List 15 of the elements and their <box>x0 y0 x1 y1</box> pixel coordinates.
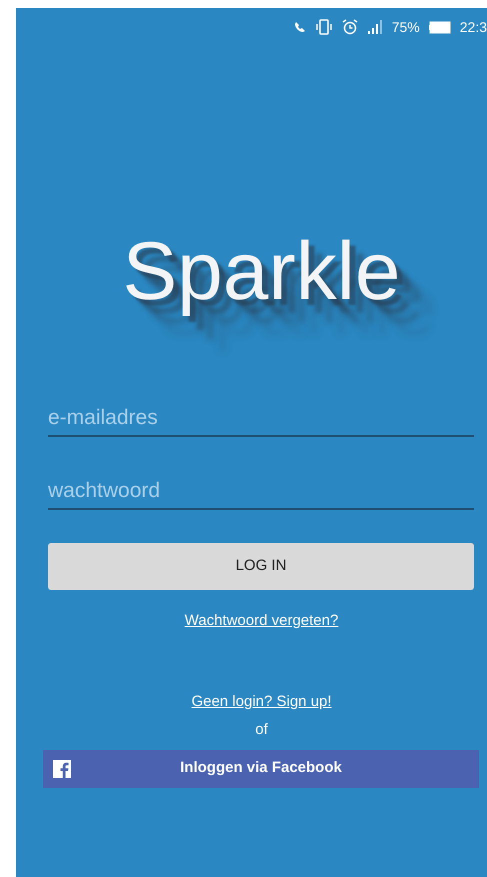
phone-icon <box>294 21 306 33</box>
clock-time: 22:3 <box>460 18 487 36</box>
battery-icon <box>428 20 451 34</box>
vibrate-icon <box>314 19 333 35</box>
signup-link[interactable]: Geen login? Sign up! <box>191 690 332 713</box>
input-field[interactable]: wachtwoord <box>48 474 474 510</box>
alarm-icon <box>342 19 358 35</box>
facebook-icon <box>53 760 71 778</box>
login-button[interactable]: LOG IN <box>48 543 474 590</box>
input-field[interactable]: e-mailadres <box>48 401 474 437</box>
forgot-password-link[interactable]: Wachtwoord vergeten? <box>184 610 338 632</box>
facebook-login-button[interactable]: Inloggen via Facebook <box>43 750 479 788</box>
battery-percentage: 75% <box>392 18 420 36</box>
separator-text: of <box>255 720 268 740</box>
signal-icon <box>366 20 383 34</box>
